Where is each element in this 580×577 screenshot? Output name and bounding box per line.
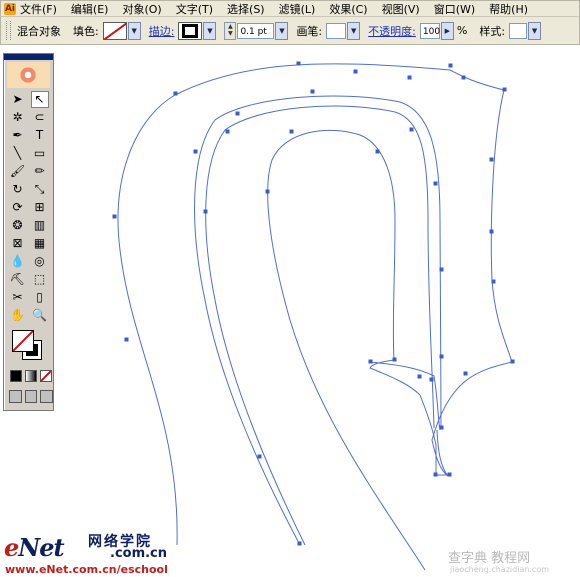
anchor-point[interactable]: [491, 279, 496, 284]
full-screen-menu-mode-icon[interactable]: [24, 390, 38, 403]
eyedropper-icon[interactable]: 💧: [9, 253, 27, 270]
blend-icon[interactable]: ◎: [31, 253, 49, 270]
standard-screen-mode-icon[interactable]: [9, 390, 22, 403]
anchor-point[interactable]: [407, 75, 412, 80]
anchor-point[interactable]: [310, 89, 315, 94]
outer-path[interactable]: [117, 63, 513, 546]
inner-path[interactable]: [267, 129, 451, 571]
anchor-point[interactable]: [124, 337, 129, 342]
anchor-point[interactable]: [489, 157, 494, 162]
letter-outline-paths[interactable]: [117, 63, 513, 571]
column-graph-icon[interactable]: ▥: [31, 217, 49, 234]
anchor-point[interactable]: [502, 87, 507, 92]
pen-icon[interactable]: ✒: [9, 127, 27, 144]
adobe-flower-logo-icon[interactable]: [7, 62, 50, 88]
slice-icon[interactable]: ✂: [9, 289, 27, 306]
anchor-point[interactable]: [448, 63, 453, 68]
warp-icon[interactable]: ⟳: [9, 199, 27, 216]
symbol-sprayer-icon[interactable]: ❂: [9, 217, 27, 234]
anchor-point[interactable]: [447, 472, 452, 477]
anchor-point[interactable]: [173, 91, 178, 96]
direct-selection-icon[interactable]: ↖: [30, 91, 49, 108]
paintbrush-icon[interactable]: 🖌: [9, 163, 27, 180]
chazidian-url: jiaocheng.chazidian.com: [450, 565, 550, 574]
anchor-point[interactable]: [392, 357, 397, 362]
live-paint-bucket-icon[interactable]: ⛏: [9, 271, 27, 288]
pencil-icon[interactable]: ✏: [31, 163, 49, 180]
gradient-icon[interactable]: ▦: [31, 235, 49, 252]
tools-panel-titlebar[interactable]: [4, 54, 53, 60]
line-segment-icon[interactable]: ╲: [9, 145, 27, 162]
outer-path-tail[interactable]: [436, 429, 449, 477]
type-icon[interactable]: T: [31, 127, 49, 144]
none-mode-icon[interactable]: [40, 370, 52, 382]
anchor-point[interactable]: [368, 359, 373, 364]
lasso-icon[interactable]: ⊂: [31, 109, 49, 126]
rectangle-icon[interactable]: ▭: [31, 145, 49, 162]
hand-icon[interactable]: ✋: [9, 307, 27, 324]
anchor-point[interactable]: [433, 472, 438, 477]
anchor-point[interactable]: [225, 129, 230, 134]
color-mode-row: [10, 370, 53, 382]
enet-domain: .com.cn: [110, 546, 168, 561]
chazidian-watermark: 查字典 教程网: [448, 551, 531, 566]
anchor-point[interactable]: [429, 377, 434, 382]
anchor-point[interactable]: [463, 371, 468, 376]
anchor-point[interactable]: [409, 127, 414, 132]
anchor-point[interactable]: [289, 129, 294, 134]
anchor-point[interactable]: [203, 209, 208, 214]
anchor-point[interactable]: [297, 541, 302, 546]
zoom-icon[interactable]: 🔍: [31, 307, 49, 324]
gradient-mode-icon[interactable]: [25, 370, 37, 382]
anchor-point[interactable]: [296, 61, 301, 66]
live-paint-selection-icon[interactable]: ⬚: [31, 271, 49, 288]
screen-mode-row: [9, 390, 54, 403]
enet-logo: eNet: [4, 533, 65, 562]
anchor-point[interactable]: [439, 425, 444, 430]
eraser-icon[interactable]: ▯: [31, 289, 49, 306]
magic-wand-icon[interactable]: ✲: [9, 109, 27, 126]
middle-path-inner[interactable]: [205, 105, 435, 546]
artboard-canvas[interactable]: [0, 0, 580, 577]
anchor-point[interactable]: [439, 354, 444, 359]
anchor-point[interactable]: [257, 454, 262, 459]
anchor-point[interactable]: [265, 189, 270, 194]
selection-arrow-icon[interactable]: ➤: [9, 91, 27, 108]
anchor-point[interactable]: [375, 149, 380, 154]
rotate-icon[interactable]: ↻: [9, 181, 27, 198]
scale-icon[interactable]: ⤡: [31, 181, 49, 198]
color-mode-icon[interactable]: [10, 370, 22, 382]
anchor-point[interactable]: [510, 359, 515, 364]
enet-url: www.eNet.com.cn/eschool: [5, 563, 168, 576]
tools-grid: ➤ ↖ ✲ ⊂ ✒ T ╲ ▭ 🖌 ✏ ↻ ⤡ ⟳ ⊞ ❂ ▥ ⊠ ▦ 💧 ◎ ⛏ ⬚ ✂ ▯ ✋ 🔍: [4, 91, 53, 324]
fill-color-box[interactable]: [12, 330, 34, 352]
full-screen-mode-icon[interactable]: [40, 390, 54, 403]
middle-path-outer[interactable]: [194, 95, 442, 546]
anchor-point[interactable]: [112, 214, 117, 219]
anchor-point[interactable]: [417, 374, 422, 379]
tools-panel: ➤ ↖ ✲ ⊂ ✒ T ╲ ▭ 🖌 ✏ ↻ ⤡ ⟳ ⊞ ❂ ▥ ⊠ ▦ 💧 ◎ ⛏ ⬚ ✂ ▯ ✋ 🔍: [3, 53, 54, 411]
free-transform-icon[interactable]: ⊞: [31, 199, 49, 216]
mesh-icon[interactable]: ⊠: [9, 235, 27, 252]
anchor-point[interactable]: [433, 181, 438, 186]
anchor-point[interactable]: [489, 229, 494, 234]
anchor-point[interactable]: [193, 149, 198, 154]
anchor-point[interactable]: [461, 75, 466, 80]
anchor-point[interactable]: [235, 111, 240, 116]
anchor-point[interactable]: [353, 69, 358, 74]
fill-stroke-indicator: [8, 328, 53, 366]
anchor-point[interactable]: [439, 267, 444, 272]
